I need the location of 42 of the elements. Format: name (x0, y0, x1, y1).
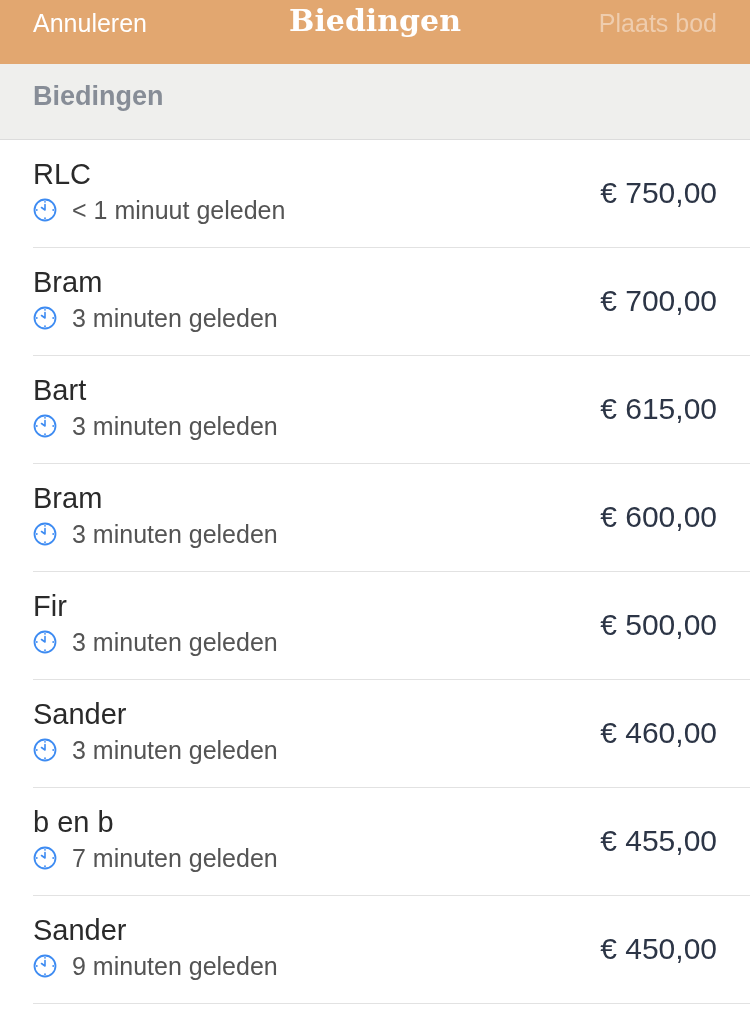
bid-time: 3 minuten geleden (72, 734, 278, 765)
clock-icon (33, 845, 57, 870)
bid-row[interactable]: b en b 7 minuten geleden € 455,00 (33, 788, 750, 896)
bid-row[interactable]: Sander 9 minuten geleden € 450,00 (33, 896, 750, 1004)
bid-row[interactable]: RLC < 1 minuut geleden € 750,00 (33, 140, 750, 248)
bid-time: < 1 minuut geleden (72, 194, 286, 225)
bid-time: 3 minuten geleden (72, 626, 278, 657)
bid-amount: € 500,00 (600, 607, 717, 642)
bid-amount: € 700,00 (600, 283, 717, 318)
clock-icon (33, 953, 57, 978)
bidder-name: Fir (33, 588, 68, 623)
bid-row[interactable]: Sander 3 minuten geleden € 460,00 (33, 680, 750, 788)
bid-amount: € 460,00 (600, 715, 717, 750)
section-title: Biedingen (33, 81, 164, 112)
bidder-name: Bart (33, 372, 88, 407)
clock-icon (33, 737, 57, 762)
bid-row[interactable]: Fir 3 minuten geleden € 500,00 (33, 572, 750, 680)
bid-row[interactable]: Bram 3 minuten geleden € 700,00 (33, 248, 750, 356)
bid-time: 3 minuten geleden (72, 410, 278, 441)
bid-row[interactable]: Bart 3 minuten geleden € 615,00 (33, 356, 750, 464)
bid-time: 3 minuten geleden (72, 302, 278, 333)
bidder-name: Bram (33, 264, 104, 299)
clock-icon (33, 629, 57, 654)
clock-icon (33, 521, 57, 546)
bid-amount: € 600,00 (600, 499, 717, 534)
bid-time: 3 minuten geleden (72, 518, 278, 549)
bidder-name: Sander (33, 696, 128, 731)
bid-amount: € 450,00 (600, 931, 717, 966)
bidder-name: b en b (33, 804, 115, 839)
navigation-title: Biedingen (289, 2, 461, 40)
bid-row[interactable]: Bram 3 minuten geleden € 600,00 (33, 464, 750, 572)
clock-icon (33, 305, 57, 330)
bid-amount: € 615,00 (600, 391, 717, 426)
clock-icon (33, 413, 57, 438)
bid-time: 7 minuten geleden (72, 842, 278, 873)
bidder-name: Bram (33, 480, 104, 515)
clock-icon (33, 197, 57, 222)
bid-time: 9 minuten geleden (72, 950, 278, 981)
bid-amount: € 750,00 (600, 175, 717, 210)
bidder-name: RLC (33, 156, 92, 191)
bidder-name: Sander (33, 912, 128, 947)
bid-amount: € 455,00 (600, 823, 717, 858)
